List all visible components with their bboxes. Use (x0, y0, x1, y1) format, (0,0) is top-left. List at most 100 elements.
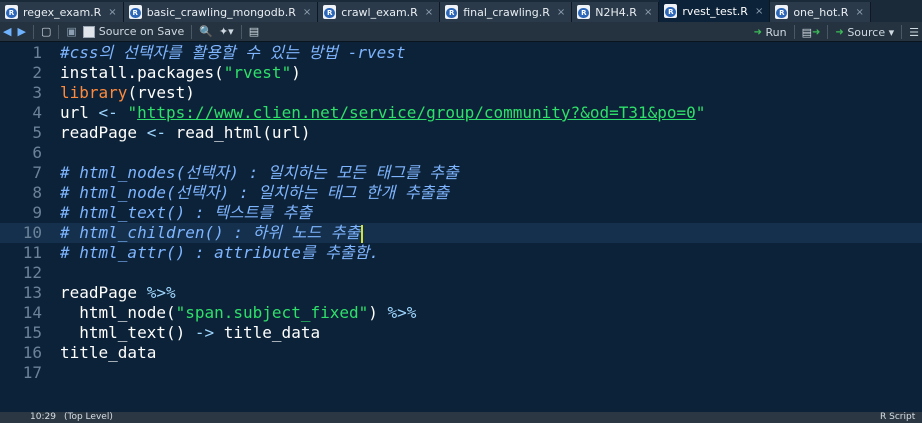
save-icon[interactable]: ▣ (63, 22, 79, 42)
code-line[interactable]: 10 # html_children() : 하위 노드 추출 (0, 223, 922, 243)
code-line[interactable]: 16 title_data (0, 343, 922, 363)
code-line[interactable]: 8 # html_node(선택자) : 일치하는 태그 한개 추출출 (0, 183, 922, 203)
toolbar-divider (793, 25, 795, 39)
search-icon[interactable]: 🔍 (196, 22, 216, 42)
r-file-icon (5, 5, 18, 19)
code-line[interactable]: 15 html_text() -> title_data (0, 323, 922, 343)
code-line[interactable]: 5 readPage <- read_html(url) (0, 123, 922, 143)
code-text: # html_nodes(선택자) : 일치하는 모든 태그를 추출 (60, 163, 459, 183)
file-type-selector[interactable]: R Script (880, 412, 915, 423)
code-text: title_data (60, 343, 156, 363)
code-line[interactable]: 12 (0, 263, 922, 283)
editor-tab[interactable]: one_hot.R × (770, 2, 871, 22)
run-button[interactable]: ➜ Run (751, 22, 790, 42)
code-text: html_text() -> title_data (60, 323, 320, 343)
chevron-down-icon[interactable]: ▾ (889, 26, 895, 39)
code-line[interactable]: 17 (0, 363, 922, 383)
editor-toolbar: ◀ ▶ ▢ ▣ Source on Save 🔍 ✦▾ ▤ ➜ Run ▤ ➜ ➜… (0, 22, 922, 42)
code-token: #css의 선택자를 활용할 수 있는 방법 -rvest (60, 43, 406, 62)
close-icon[interactable]: × (755, 6, 763, 17)
code-line[interactable]: 4 url <- "https://www.clien.net/service/g… (0, 103, 922, 123)
code-line[interactable]: 11 # html_attr() : attribute를 추출함. (0, 243, 922, 263)
code-token: install.packages( (60, 63, 224, 82)
editor-tab[interactable]: regex_exam.R × (0, 2, 124, 22)
close-icon[interactable]: × (557, 7, 565, 18)
code-line[interactable]: 6 (0, 143, 922, 163)
rerun-arrow-icon: ➜ (812, 26, 821, 38)
code-text: readPage %>% (60, 283, 176, 303)
code-token: -> (194, 323, 215, 342)
code-token: library (60, 83, 128, 102)
line-number: 10 (22, 223, 42, 242)
editor-tab[interactable]: crawl_exam.R × (318, 2, 441, 22)
code-token: url (60, 103, 99, 122)
tab-label: N2H4.R (595, 5, 637, 19)
close-icon[interactable]: × (644, 7, 652, 18)
compile-report-icon[interactable]: ▤ (246, 22, 262, 42)
close-icon[interactable]: × (303, 7, 311, 18)
forward-arrow-icon[interactable]: ▶ (14, 22, 28, 42)
code-token: " (695, 103, 706, 122)
code-token: title_data (60, 343, 157, 362)
tab-label: basic_crawling_mongodb.R (146, 5, 296, 19)
source-button[interactable]: ➜ Source ▾ (832, 22, 897, 42)
code-text: # html_node(선택자) : 일치하는 태그 한개 추출출 (60, 183, 449, 203)
code-line[interactable]: 2 install.packages("rvest") (0, 63, 922, 83)
line-number: 9 (32, 203, 42, 222)
code-token: ) (368, 303, 388, 322)
source-on-save-checkbox[interactable] (82, 25, 95, 38)
code-line[interactable]: 14 html_node("span.subject_fixed") %>% (0, 303, 922, 323)
tab-label: regex_exam.R (23, 5, 102, 19)
source-on-save-toggle[interactable]: Source on Save (80, 22, 187, 42)
toolbar-divider (191, 24, 193, 39)
code-token: readPage (60, 123, 147, 142)
show-in-window-icon[interactable]: ▢ (38, 22, 54, 42)
code-line[interactable]: 9 # html_text() : 텍스트를 추출 (0, 203, 922, 223)
code-token: read_html(url) (165, 123, 311, 142)
r-file-icon (775, 5, 789, 19)
r-file-icon (128, 5, 142, 19)
code-token: %>% (387, 303, 417, 322)
editor-tab[interactable]: final_crawling.R × (440, 2, 573, 22)
code-text: readPage <- read_html(url) (60, 123, 310, 143)
tab-label: rvest_test.R (682, 4, 748, 18)
source-arrow-icon: ➜ (835, 26, 844, 38)
editor-tab[interactable]: basic_crawling_mongodb.R × (123, 2, 319, 22)
code-text: # html_children() : 하위 노드 추출 (60, 223, 364, 243)
close-icon[interactable]: × (108, 7, 116, 18)
status-bar: 10:29 (Top Level) R Script (0, 412, 922, 423)
code-token: " (127, 103, 138, 122)
tab-label: final_crawling.R (463, 5, 550, 19)
line-number: 11 (22, 243, 42, 262)
code-line[interactable]: 13 readPage %>% (0, 283, 922, 303)
close-icon[interactable]: × (425, 7, 433, 18)
source-label: Source (847, 25, 886, 39)
toolbar-divider (58, 24, 60, 39)
code-line[interactable]: 1 #css의 선택자를 활용할 수 있는 방법 -rvest (0, 43, 922, 63)
code-text: html_node("span.subject_fixed") %>% (60, 303, 416, 323)
line-number: 16 (22, 343, 42, 362)
back-arrow-icon[interactable]: ◀ (0, 22, 14, 42)
code-token: "rvest" (223, 63, 292, 82)
outline-menu-icon[interactable]: ☰ (906, 22, 922, 42)
line-number: 13 (22, 283, 42, 302)
code-text: install.packages("rvest") (60, 63, 301, 83)
rerun-button[interactable]: ▤ ➜ (799, 22, 824, 42)
code-token: # html_node(선택자) : 일치하는 태그 한개 추출출 (60, 183, 450, 202)
scope-selector[interactable]: (Top Level) (64, 412, 113, 423)
magic-wand-icon[interactable]: ✦▾ (216, 22, 237, 42)
code-editor[interactable]: 1 #css의 선택자를 활용할 수 있는 방법 -rvest 2 install.p… (0, 42, 922, 412)
editor-tab[interactable]: rvest_test.R × (659, 0, 771, 22)
close-icon[interactable]: × (855, 7, 863, 18)
line-number: 17 (22, 363, 42, 382)
code-line[interactable]: 7 # html_nodes(선택자) : 일치하는 모든 태그를 추출 (0, 163, 922, 183)
code-token: https://www.clien.net/service/group/comm… (137, 103, 696, 122)
code-token: html_node( (60, 303, 176, 322)
line-number: 15 (22, 323, 42, 342)
tab-label: crawl_exam.R (341, 5, 418, 19)
line-number: 14 (22, 303, 42, 322)
r-file-icon (445, 5, 459, 19)
editor-tab[interactable]: N2H4.R × (572, 2, 660, 22)
code-line[interactable]: 3 library(rvest) (0, 83, 922, 103)
code-token: # html_children() : 하위 노드 추출 (60, 223, 361, 242)
